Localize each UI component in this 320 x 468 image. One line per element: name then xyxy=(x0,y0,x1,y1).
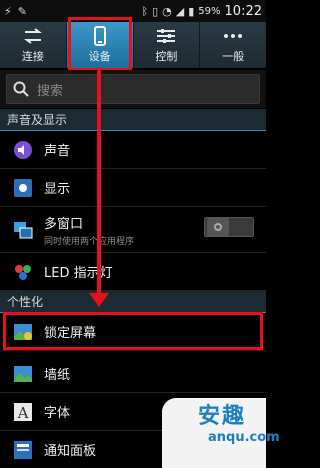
toggle-knob xyxy=(207,218,229,236)
tab-controls[interactable]: 控制 xyxy=(134,22,201,68)
list-item-lockscreen[interactable]: 锁定屏幕 xyxy=(0,313,266,351)
lockscreen-icon xyxy=(12,321,34,343)
multiwindow-label: 多窗口 xyxy=(44,216,84,232)
multiwindow-toggle[interactable] xyxy=(204,217,254,237)
tab-device-label: 设备 xyxy=(88,50,111,63)
connections-icon xyxy=(22,26,44,46)
list-item-multiwindow[interactable]: 多窗口 同时使用两个应用程序 xyxy=(0,207,266,253)
section-header-personalization: 个性化 xyxy=(0,291,266,313)
tab-controls-label: 控制 xyxy=(155,50,178,63)
signal-icon: ◢ xyxy=(175,4,185,18)
annotation-arrow-head xyxy=(89,293,109,307)
tab-connections[interactable]: 连接 xyxy=(0,22,67,68)
status-bar: ⚡ ✎ ᛒ ▯ ◔ ◢ ▮ 59% 10:22 xyxy=(0,0,266,22)
vibrate-icon: ▯ xyxy=(152,4,159,18)
device-icon xyxy=(93,26,107,46)
font-icon: A xyxy=(12,401,34,423)
sound-label: 声音 xyxy=(44,144,71,159)
led-label: LED 指示灯 xyxy=(44,266,113,281)
watermark: 安趣 anqu.com xyxy=(150,392,280,468)
edit-icon: ✎ xyxy=(17,4,27,18)
usb-icon: ⚡ xyxy=(4,4,12,18)
display-icon xyxy=(12,177,34,199)
list-item-wallpaper[interactable]: 墙纸 xyxy=(0,355,266,393)
tab-general[interactable]: 一般 xyxy=(200,22,266,68)
section-header-sound-display: 声音及显示 xyxy=(0,109,266,131)
clock: 10:22 xyxy=(224,3,262,19)
list-item-display[interactable]: 显示 xyxy=(0,169,266,207)
tab-connections-label: 连接 xyxy=(21,50,44,63)
list-item-led[interactable]: LED 指示灯 xyxy=(0,253,266,291)
wallpaper-icon xyxy=(12,363,34,385)
bluetooth-icon: ᛒ xyxy=(141,4,149,18)
annotation-arrow-line xyxy=(97,70,101,295)
search-placeholder: 搜索 xyxy=(37,83,64,99)
notification-panel-icon xyxy=(12,439,34,461)
controls-icon xyxy=(156,26,176,46)
lockscreen-label: 锁定屏幕 xyxy=(44,326,97,341)
wallpaper-label: 墙纸 xyxy=(44,368,71,383)
svg-text:A: A xyxy=(17,404,29,422)
search-input[interactable]: 搜索 xyxy=(6,74,260,104)
watermark-url: anqu.com xyxy=(208,430,280,445)
font-label: 字体 xyxy=(44,406,71,421)
wifi-icon: ◔ xyxy=(162,4,172,18)
more-icon xyxy=(223,26,243,46)
notification-panel-label: 通知面板 xyxy=(44,444,97,459)
battery-level: 59% xyxy=(198,5,221,17)
tab-device[interactable]: 设备 xyxy=(66,22,134,68)
search-icon xyxy=(13,81,29,97)
led-icon xyxy=(12,261,34,283)
tab-general-label: 一般 xyxy=(222,50,245,63)
watermark-logo-text: 安趣 xyxy=(198,404,247,429)
sound-icon xyxy=(12,139,34,161)
search-row: 搜索 xyxy=(0,70,266,108)
multiwindow-icon xyxy=(12,219,34,241)
battery-icon: ▮ xyxy=(188,4,195,18)
display-label: 显示 xyxy=(44,182,71,197)
list-item-sound[interactable]: 声音 xyxy=(0,131,266,169)
settings-tab-bar: 连接 设备 控制 一般 xyxy=(0,22,266,68)
multiwindow-sublabel: 同时使用两个应用程序 xyxy=(44,236,135,247)
